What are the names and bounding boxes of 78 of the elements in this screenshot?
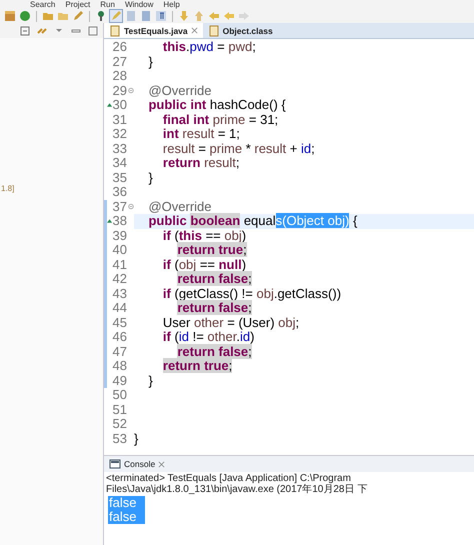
code-line: int result = 1; bbox=[162, 127, 240, 142]
line-number: 53 bbox=[112, 432, 128, 446]
monitor-icon bbox=[109, 458, 121, 470]
console-output: false bbox=[108, 510, 145, 524]
menu-item[interactable]: Search bbox=[30, 0, 56, 9]
arrow-left-icon[interactable] bbox=[208, 10, 220, 22]
line-number: 28 bbox=[112, 69, 128, 84]
collapse-icon[interactable] bbox=[128, 203, 134, 210]
code-line: final int prime = 31; bbox=[162, 112, 280, 127]
line-number: 32 bbox=[112, 127, 128, 142]
line-number: 44 bbox=[112, 301, 128, 316]
tree-item-text: 1.8] bbox=[1, 184, 14, 193]
code-line: if (id != other.id) bbox=[162, 330, 254, 344]
page-icon[interactable] bbox=[125, 10, 137, 22]
code-line: return true; bbox=[162, 359, 234, 374]
line-number: 45 bbox=[112, 316, 128, 330]
maximize-icon[interactable] bbox=[87, 24, 99, 36]
line-number: 31 bbox=[112, 112, 128, 127]
pilcrow-icon[interactable] bbox=[155, 10, 167, 22]
line-number: 49 bbox=[112, 374, 128, 388]
console-output: false bbox=[108, 496, 145, 510]
line-number: 50 bbox=[112, 388, 128, 402]
line-number: 29 bbox=[112, 84, 128, 98]
line-number: 37 bbox=[112, 200, 128, 214]
code-line: return result; bbox=[162, 156, 240, 170]
code-line: return false; bbox=[176, 272, 253, 286]
code-line: return false; bbox=[176, 301, 253, 316]
menu-item[interactable]: Help bbox=[163, 0, 180, 9]
line-number: 27 bbox=[112, 54, 128, 69]
line-number: 39 bbox=[112, 228, 128, 243]
code-line: } bbox=[134, 432, 140, 446]
code-line: @Override bbox=[147, 84, 212, 98]
pin-icon[interactable] bbox=[95, 10, 107, 22]
line-number: 51 bbox=[112, 402, 128, 417]
line-number: 40 bbox=[112, 243, 128, 258]
editor-tab[interactable]: Object.class bbox=[202, 23, 278, 38]
console-tab[interactable]: Console bbox=[104, 458, 170, 470]
line-number: 33 bbox=[112, 142, 128, 156]
code-line: result = prime * result + id; bbox=[162, 142, 316, 156]
line-number: 48 bbox=[112, 359, 128, 374]
line-number: 43 bbox=[112, 286, 128, 301]
code-line: } bbox=[147, 54, 154, 69]
code-line: return true; bbox=[176, 243, 248, 258]
line-number: 30 bbox=[112, 98, 128, 112]
circle-icon[interactable] bbox=[19, 10, 31, 22]
line-number: 36 bbox=[112, 185, 128, 200]
box-icon[interactable] bbox=[4, 10, 16, 22]
code-line: User other = (User) obj; bbox=[162, 316, 300, 330]
close-icon[interactable] bbox=[190, 27, 198, 34]
arrow-up-icon[interactable] bbox=[193, 10, 205, 22]
arrow-down-icon[interactable] bbox=[178, 10, 190, 22]
file-icon bbox=[208, 24, 220, 36]
line-number: 41 bbox=[112, 258, 128, 272]
file-icon bbox=[109, 24, 121, 36]
line-number: 38 bbox=[112, 214, 128, 228]
code-line: } bbox=[147, 170, 154, 185]
line-number: 26 bbox=[112, 40, 128, 54]
arrow-left-icon[interactable] bbox=[223, 10, 235, 22]
line-number: 34 bbox=[112, 156, 128, 170]
line-number: 35 bbox=[112, 170, 128, 185]
line-number: 46 bbox=[112, 330, 128, 344]
line-number: 47 bbox=[112, 344, 128, 359]
menu-item[interactable]: Window bbox=[124, 0, 154, 9]
close-icon[interactable] bbox=[158, 460, 166, 468]
line-number: 42 bbox=[112, 272, 128, 286]
line-number: 52 bbox=[112, 417, 128, 432]
code-line: if (getClass() != obj.getClass()) bbox=[162, 286, 342, 301]
code-line: public int hashCode() { bbox=[147, 98, 287, 112]
code-line: return false; bbox=[177, 344, 252, 359]
console-header: <terminated> TestEquals [Java Application] C:\Program Files\Java\jdk1.8.0_131\bin\javaw.exe (2017年10月28日 下 bbox=[105, 472, 368, 496]
menu-item[interactable]: Project bbox=[65, 0, 90, 9]
code-line: this.pwd = pwd; bbox=[162, 40, 257, 54]
code-line: } bbox=[147, 374, 154, 388]
menu-item[interactable]: Run bbox=[100, 0, 115, 9]
collapse-icon[interactable] bbox=[19, 24, 31, 36]
code-line: @Override bbox=[147, 200, 212, 214]
collapse-icon[interactable] bbox=[128, 87, 134, 94]
editor-tab[interactable]: TestEquals.java bbox=[104, 23, 203, 38]
